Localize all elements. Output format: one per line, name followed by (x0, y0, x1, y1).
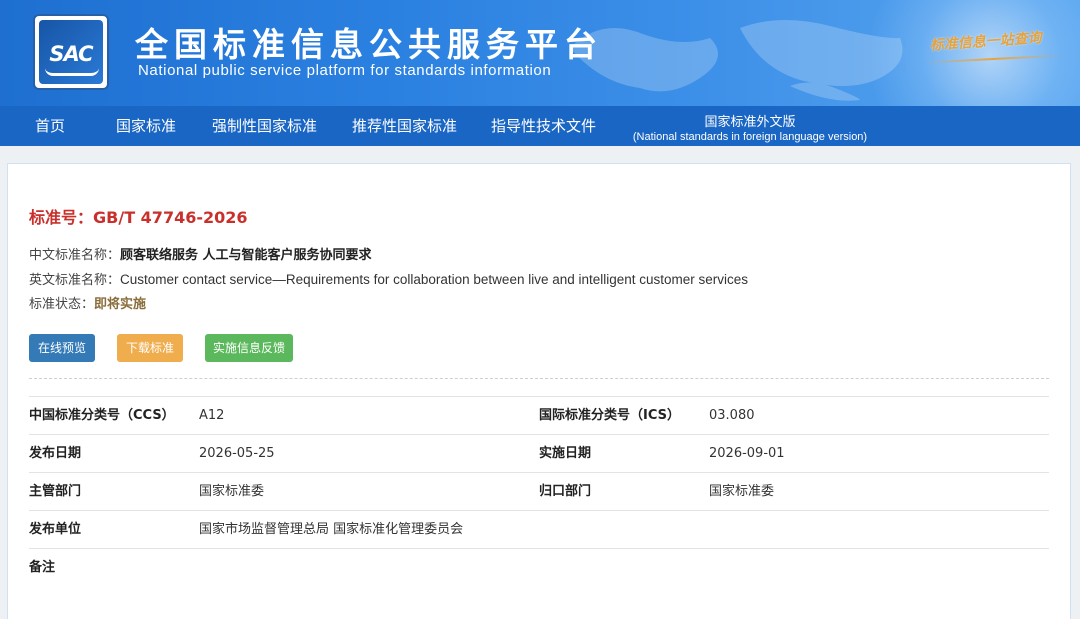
logo-swoosh (45, 68, 99, 76)
site-subtitle: National public service platform for sta… (138, 62, 552, 79)
en-name-label: 英文标准名称： (29, 273, 121, 288)
site-banner: SAC 全国标准信息公共服务平台 National public service… (0, 0, 1080, 106)
cn-name-value: 顾客联络服务 人工与智能客户服务协同要求 (120, 248, 372, 263)
cn-name-label: 中文标准名称： (29, 248, 121, 263)
table-row: 发布日期 2026-05-25 实施日期 2026-09-01 (29, 434, 1049, 472)
table-row: 备注 (29, 548, 1049, 586)
ccs-label: 中国标准分类号（CCS） (29, 408, 175, 423)
nav-foreign-label: 国家标准外文版 (704, 115, 796, 130)
centralized-dept-value: 国家标准委 (709, 484, 775, 499)
issuer-label: 发布单位 (29, 522, 82, 537)
issuer-value: 国家市场监督管理总局 国家标准化管理委员会 (199, 522, 464, 537)
effective-date-value: 2026-09-01 (709, 446, 785, 461)
nav-item-recommended-standards[interactable]: 推荐性国家标准 (352, 106, 457, 146)
table-row: 中国标准分类号（CCS） A12 国际标准分类号（ICS） 03.080 (29, 396, 1049, 434)
dashed-divider (29, 378, 1049, 379)
nav-item-national-standards[interactable]: 国家标准 (116, 106, 176, 146)
en-name-value: Customer contact service—Requirements fo… (120, 272, 749, 287)
en-name-row: 英文标准名称：Customer contact service—Requirem… (29, 269, 748, 288)
implementation-feedback-button[interactable]: 实施信息反馈 (205, 334, 293, 362)
logo-text: SAC (49, 42, 93, 66)
ccs-value: A12 (199, 408, 225, 423)
effective-date-label: 实施日期 (539, 446, 592, 461)
main-nav: 首页 国家标准 强制性国家标准 推荐性国家标准 指导性技术文件 国家标准外文版 … (0, 106, 1080, 146)
nav-item-home[interactable]: 首页 (35, 106, 65, 146)
status-label: 标准状态： (29, 297, 95, 312)
nav-item-foreign-language[interactable]: 国家标准外文版 (National standards in foreign l… (628, 106, 872, 146)
standard-detail-panel: 标准号：GB/T 47746-2026 中文标准名称：顾客联络服务 人工与智能客… (7, 163, 1071, 619)
site-title: 全国标准信息公共服务平台 (135, 25, 603, 64)
standard-details-table: 中国标准分类号（CCS） A12 国际标准分类号（ICS） 03.080 发布日… (29, 396, 1049, 586)
standard-number: GB/T 47746-2026 (93, 208, 248, 227)
ics-value: 03.080 (709, 408, 755, 423)
authority-label: 主管部门 (29, 484, 82, 499)
online-preview-button[interactable]: 在线预览 (29, 334, 95, 362)
remarks-label: 备注 (29, 560, 56, 575)
status-value: 即将实施 (94, 297, 147, 312)
publish-date-label: 发布日期 (29, 446, 82, 461)
nav-item-mandatory-standards[interactable]: 强制性国家标准 (212, 106, 317, 146)
authority-value: 国家标准委 (199, 484, 265, 499)
centralized-dept-label: 归口部门 (539, 484, 592, 499)
standard-number-label: 标准号： (29, 208, 94, 227)
ics-label: 国际标准分类号（ICS） (539, 408, 680, 423)
sac-logo[interactable]: SAC (33, 14, 109, 90)
standard-number-heading: 标准号：GB/T 47746-2026 (29, 204, 248, 228)
table-row: 主管部门 国家标准委 归口部门 国家标准委 (29, 472, 1049, 510)
table-row: 发布单位 国家市场监督管理总局 国家标准化管理委员会 (29, 510, 1049, 548)
publish-date-value: 2026-05-25 (199, 446, 275, 461)
cn-name-row: 中文标准名称：顾客联络服务 人工与智能客户服务协同要求 (29, 244, 372, 263)
nav-item-guidance-documents[interactable]: 指导性技术文件 (491, 106, 596, 146)
nav-foreign-sublabel: (National standards in foreign language … (632, 131, 868, 143)
status-row: 标准状态：即将实施 (29, 293, 146, 312)
download-standard-button[interactable]: 下载标准 (117, 334, 183, 362)
